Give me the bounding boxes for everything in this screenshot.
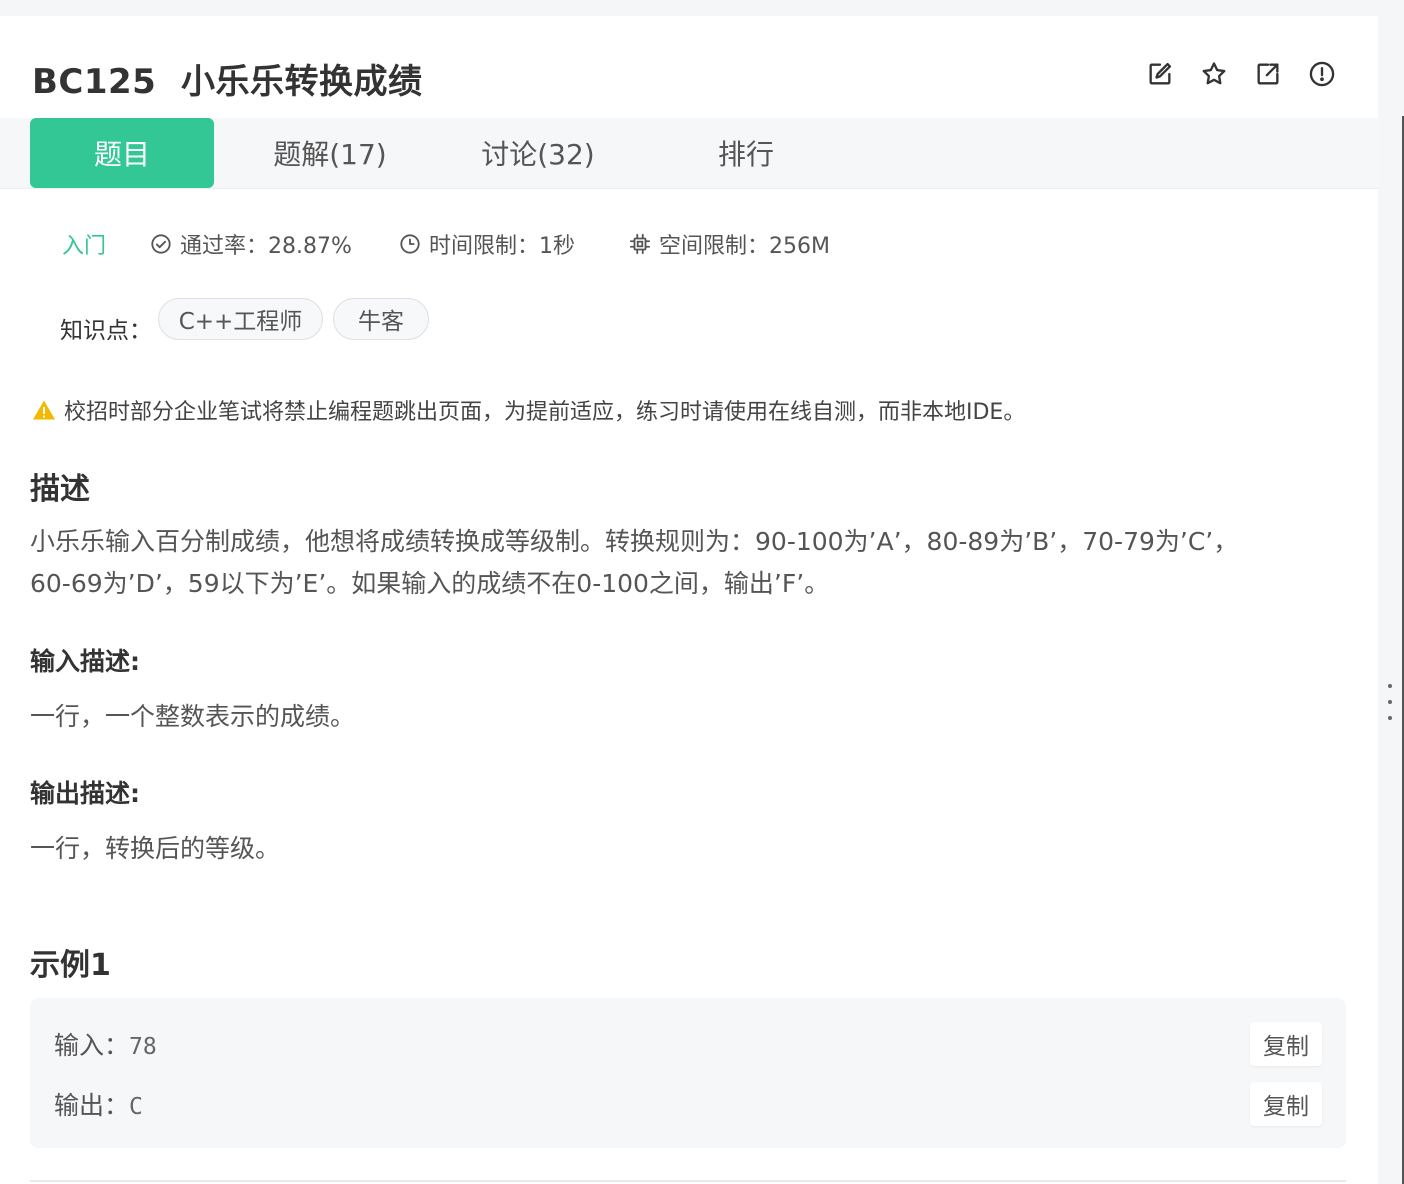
problem-tabs: 题目 题解(17) 讨论(32) 排行: [0, 118, 1378, 189]
splitter-bar: [1378, 16, 1404, 1184]
example-heading: 示例1: [30, 948, 111, 983]
example-input-row: 输入：78: [54, 1026, 157, 1062]
description-line: 60-69为’D’，59以下为’E’。如果输入的成绩不在0-100之间，输出’F…: [30, 569, 830, 598]
problem-title: BC125 小乐乐转换成绩: [32, 62, 423, 102]
description-line: 小乐乐输入百分制成绩，他想将成绩转换成等级制。转换规则为：90-100为’A’，…: [30, 527, 1239, 556]
example-box: 输入：78 复制 输出：C 复制: [30, 998, 1346, 1148]
output-desc-text: 一行，转换后的等级。: [30, 834, 281, 863]
copy-output-button[interactable]: 复制: [1250, 1082, 1322, 1126]
difficulty-level: 入门: [62, 234, 107, 259]
warning-icon: [33, 400, 55, 420]
edit-icon[interactable]: [1146, 60, 1174, 88]
pass-rate: 通过率：28.87%: [150, 228, 352, 260]
time-limit-text: 时间限制：1秒: [429, 234, 575, 259]
tab-solutions[interactable]: 题解(17): [238, 118, 422, 188]
knowledge-label: 知识点：: [60, 318, 152, 344]
input-desc-heading: 输入描述:: [30, 647, 140, 676]
check-circle-icon: [151, 234, 171, 254]
warning-notice: 校招时部分企业笔试将禁止编程题跳出页面，为提前适应，练习时请使用在线自测，而非本…: [32, 394, 1025, 426]
tag-chip[interactable]: C++工程师: [158, 298, 323, 340]
external-link-icon[interactable]: [1254, 60, 1282, 88]
chip-icon: [629, 233, 651, 255]
example-input-label: 输入：: [54, 1031, 130, 1060]
warning-text: 校招时部分企业笔试将禁止编程题跳出页面，为提前适应，练习时请使用在线自测，而非本…: [64, 400, 1026, 425]
space-limit: 空间限制：256M: [629, 228, 830, 260]
problem-header: BC125 小乐乐转换成绩: [0, 16, 1378, 118]
example-output-row: 输出：C: [54, 1086, 143, 1122]
tab-ranking[interactable]: 排行: [654, 118, 838, 188]
problem-panel: BC125 小乐乐转换成绩 题目 题解(17) 讨论(32) 排行 入门 通过率…: [0, 16, 1378, 1184]
example-output-label: 输出：: [54, 1091, 130, 1120]
example-input-value: 78: [129, 1034, 157, 1060]
star-icon[interactable]: [1200, 60, 1228, 88]
clock-icon: [400, 234, 420, 254]
pass-rate-text: 通过率：28.87%: [180, 234, 352, 259]
tab-discussion[interactable]: 讨论(32): [446, 118, 630, 188]
divider: [30, 1180, 1346, 1182]
description-heading: 描述: [30, 472, 90, 507]
resize-handle[interactable]: [1384, 684, 1396, 720]
output-desc-heading: 输出描述:: [30, 779, 140, 808]
example-output-value: C: [129, 1094, 143, 1120]
tab-problem[interactable]: 题目: [30, 118, 214, 188]
tag-chip[interactable]: 牛客: [333, 298, 429, 340]
time-limit: 时间限制：1秒: [399, 228, 575, 260]
alert-circle-icon[interactable]: [1308, 60, 1336, 88]
copy-input-button[interactable]: 复制: [1250, 1022, 1322, 1066]
space-limit-text: 空间限制：256M: [659, 234, 830, 259]
input-desc-text: 一行，一个整数表示的成绩。: [30, 702, 356, 731]
